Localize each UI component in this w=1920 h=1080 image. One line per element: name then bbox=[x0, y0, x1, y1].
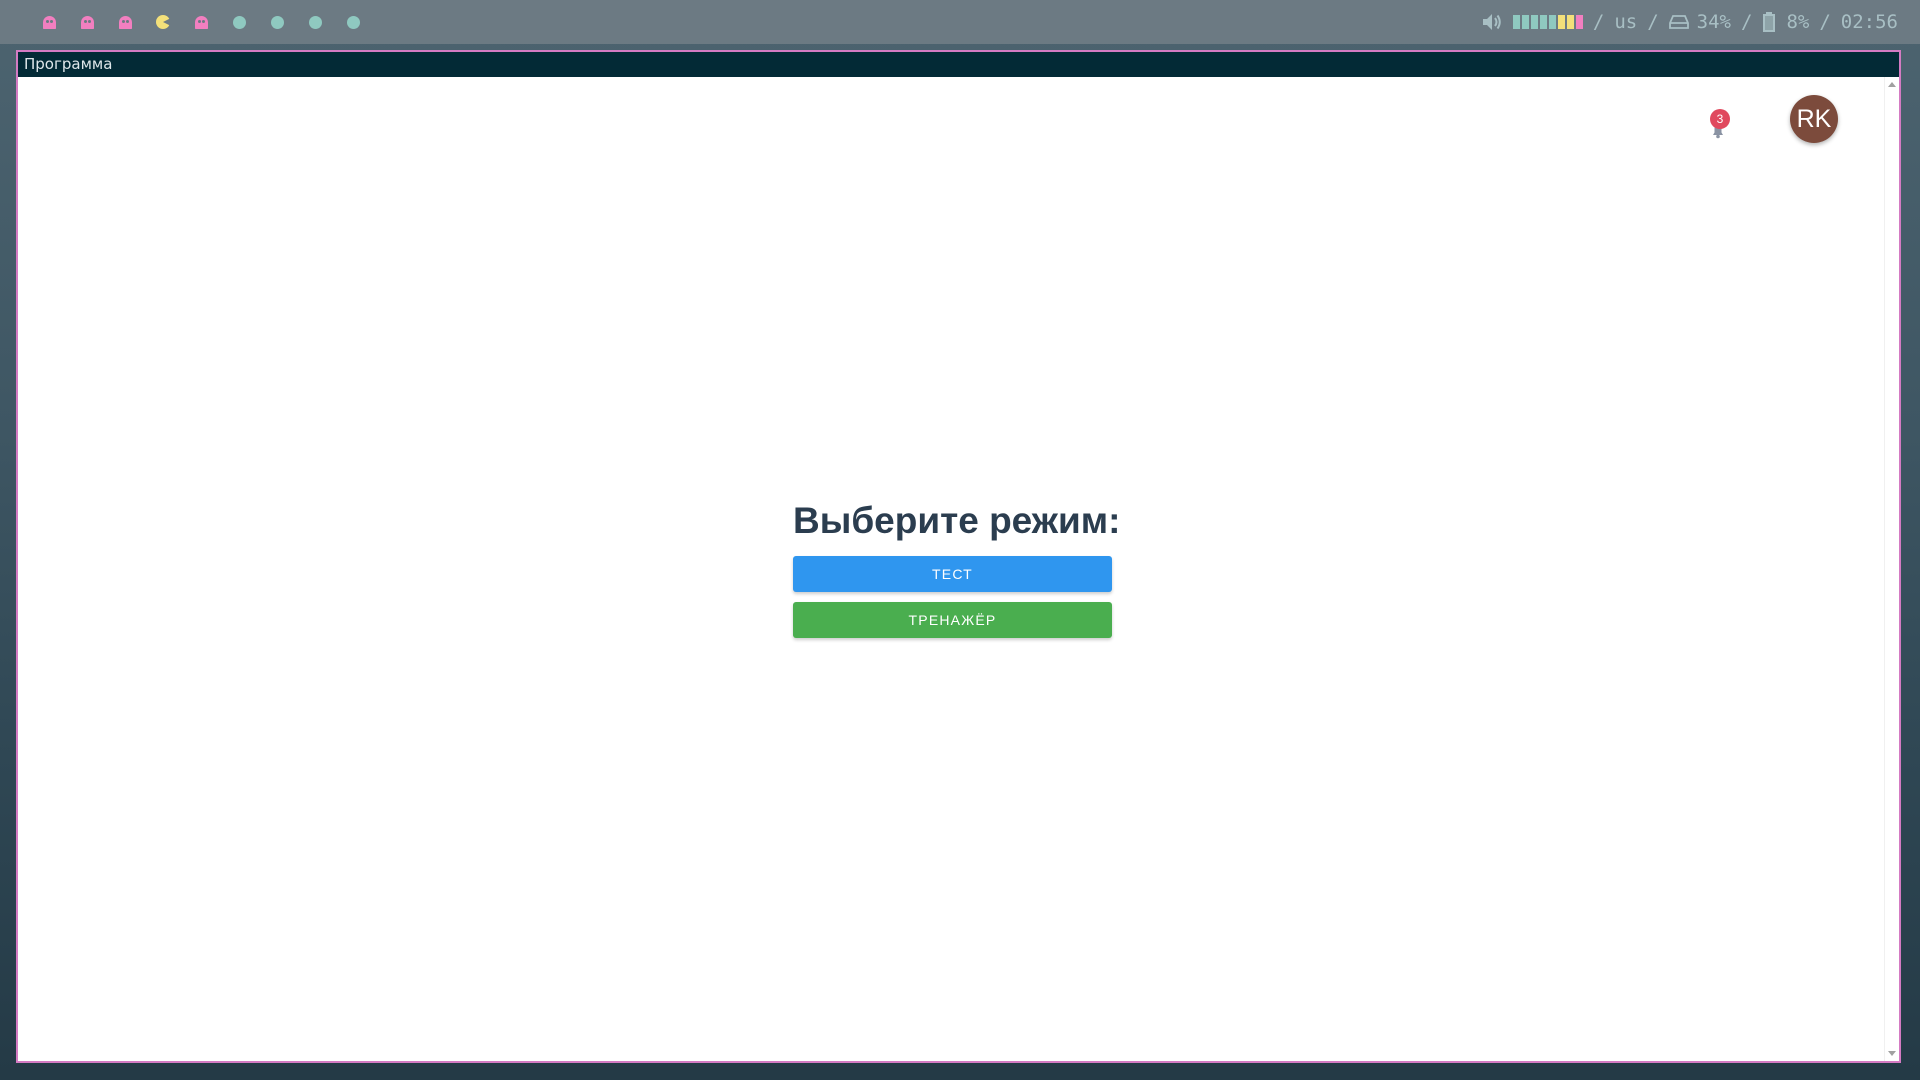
status-separator: / bbox=[1647, 11, 1659, 33]
volume-segment bbox=[1512, 15, 1520, 29]
volume-segment bbox=[1566, 15, 1574, 29]
status-separator: / bbox=[1592, 11, 1605, 33]
dot-icon bbox=[270, 15, 284, 29]
volume-segment bbox=[1557, 15, 1565, 29]
disk-icon bbox=[1668, 15, 1689, 29]
ghost-icon bbox=[194, 15, 208, 29]
workspace-9[interactable] bbox=[334, 11, 372, 33]
workspace-8[interactable] bbox=[296, 11, 334, 33]
system-top-bar: / us / 34% / 8% / 02:56 bbox=[0, 0, 1920, 44]
window-content: 3 RK Выберите режим: Тест Тренажёр bbox=[18, 77, 1899, 1061]
page-title: Выберите режим: bbox=[793, 500, 1121, 541]
ghost-icon bbox=[80, 15, 94, 29]
workspace-4[interactable] bbox=[144, 11, 182, 33]
volume-segment bbox=[1521, 15, 1529, 29]
trainer-mode-button[interactable]: Тренажёр bbox=[793, 602, 1112, 638]
pacman-icon bbox=[156, 15, 171, 29]
workspace-3[interactable] bbox=[106, 11, 144, 33]
workspace-2[interactable] bbox=[68, 11, 106, 33]
speaker-icon[interactable] bbox=[1481, 12, 1503, 32]
mode-selection: Выберите режим: Тест Тренажёр bbox=[793, 497, 1121, 638]
ghost-icon bbox=[118, 15, 132, 29]
volume-segment bbox=[1548, 15, 1556, 29]
status-separator: / bbox=[1819, 11, 1831, 33]
workspace-1[interactable] bbox=[30, 11, 68, 33]
ghost-icon bbox=[42, 15, 56, 29]
workspace-6[interactable] bbox=[220, 11, 258, 33]
notification-badge: 3 bbox=[1710, 109, 1730, 129]
volume-segment bbox=[1575, 15, 1583, 29]
battery-level: 8% bbox=[1786, 11, 1810, 33]
workspace-switcher bbox=[30, 11, 372, 33]
keyboard-layout[interactable]: us bbox=[1614, 11, 1637, 33]
battery-icon bbox=[1763, 12, 1776, 32]
workspace-7[interactable] bbox=[258, 11, 296, 33]
dot-icon bbox=[308, 15, 322, 29]
window-titlebar[interactable]: Программа bbox=[18, 52, 1899, 77]
status-area: / us / 34% / 8% / 02:56 bbox=[1481, 0, 1898, 44]
workspace-5[interactable] bbox=[182, 11, 220, 33]
window-title: Программа bbox=[24, 55, 113, 73]
volume-segment bbox=[1530, 15, 1538, 29]
volume-bar[interactable] bbox=[1512, 15, 1583, 29]
scroll-up-arrow-icon[interactable] bbox=[1888, 82, 1896, 87]
volume-segment bbox=[1539, 15, 1547, 29]
app-window: Программа 3 RK Выберите режим: Тест Трен… bbox=[16, 50, 1901, 1063]
disk-usage: 34% bbox=[1696, 11, 1731, 33]
dot-icon bbox=[346, 15, 360, 29]
scrollbar[interactable] bbox=[1884, 77, 1899, 1061]
clock: 02:56 bbox=[1840, 11, 1898, 33]
test-mode-button[interactable]: Тест bbox=[793, 556, 1112, 592]
status-separator: / bbox=[1741, 11, 1753, 33]
avatar[interactable]: RK bbox=[1790, 95, 1838, 143]
dot-icon bbox=[232, 15, 246, 29]
scroll-down-arrow-icon[interactable] bbox=[1888, 1051, 1896, 1056]
